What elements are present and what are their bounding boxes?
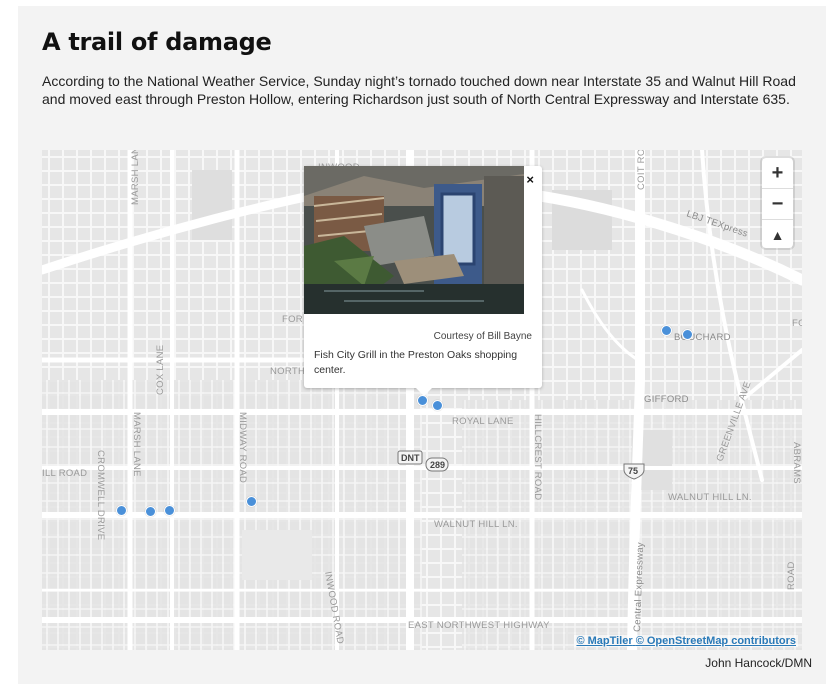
damage-marker[interactable] xyxy=(164,505,175,516)
label-walnut-hill-e: WALNUT HILL LN. xyxy=(668,492,752,503)
damage-marker[interactable] xyxy=(246,496,257,507)
map-byline: John Hancock/DMN xyxy=(705,656,812,670)
damage-marker[interactable] xyxy=(432,400,443,411)
label-ill-road: ILL ROAD xyxy=(42,468,87,479)
svg-text:DNT: DNT xyxy=(401,453,420,463)
label-walnut-hill: WALNUT HILL LN. xyxy=(434,519,518,530)
popup-close-button[interactable]: × xyxy=(526,173,534,186)
damage-marker[interactable] xyxy=(145,506,156,517)
damage-map[interactable]: INWOOD MARSH LANE COIT ROAD LBJ TEXpress… xyxy=(42,150,802,650)
svg-text:75: 75 xyxy=(628,466,638,476)
svg-text:289: 289 xyxy=(430,460,445,470)
label-gifford: GIFFORD xyxy=(644,394,689,405)
maptiler-link[interactable]: © MapTiler xyxy=(576,635,632,647)
label-royal-lane: ROYAL LANE xyxy=(452,416,514,427)
intro-paragraph: According to the National Weather Servic… xyxy=(42,73,796,107)
label-cromwell: CROMWELL DRIVE xyxy=(95,450,106,540)
popup-caption: Fish City Grill in the Preston Oaks shop… xyxy=(314,349,518,376)
sh289-shield: 289 xyxy=(425,457,449,472)
zoom-out-button[interactable]: − xyxy=(762,189,793,220)
label-skillman: ROAD xyxy=(786,561,797,590)
damage-photo xyxy=(304,166,524,314)
label-marsh-lane-n: MARSH LANE xyxy=(130,150,141,205)
osm-link[interactable]: © OpenStreetMap contributors xyxy=(636,635,796,647)
damage-marker[interactable] xyxy=(682,329,693,340)
label-hillcrest: HILLCREST ROAD xyxy=(532,414,543,500)
label-midway: MIDWAY ROAD xyxy=(237,412,248,483)
map-attribution: © MapTiler © OpenStreetMap contributors xyxy=(574,635,798,647)
label-northwest-hwy: EAST NORTHWEST HIGHWAY xyxy=(408,620,550,631)
damage-marker[interactable] xyxy=(116,505,127,516)
damage-marker-selected[interactable] xyxy=(417,395,428,406)
zoom-in-button[interactable]: + xyxy=(762,158,793,189)
dnt-shield: DNT xyxy=(397,450,423,465)
label-marsh-lane-s: MARSH LANE xyxy=(131,412,142,477)
page-title: A trail of damage xyxy=(42,28,272,56)
photo-credit: Courtesy of Bill Bayne xyxy=(433,331,532,342)
damage-marker[interactable] xyxy=(661,325,672,336)
marker-popup: × Courtesy of Bill Bayne Fish City Grill… xyxy=(304,166,542,396)
compass-icon: ▲ xyxy=(770,227,785,243)
label-coit-road: COIT ROAD xyxy=(636,150,647,190)
map-zoom-controls: + − ▲ xyxy=(762,158,793,248)
map-card: A trail of damage According to the Natio… xyxy=(18,6,826,684)
label-forest-e: FO xyxy=(792,318,802,329)
label-forest: FOR xyxy=(282,314,303,325)
label-cox-lane: COX LANE xyxy=(155,345,166,395)
label-abrams: ABRAMS xyxy=(791,442,802,484)
compass-reset-button[interactable]: ▲ xyxy=(762,220,793,250)
